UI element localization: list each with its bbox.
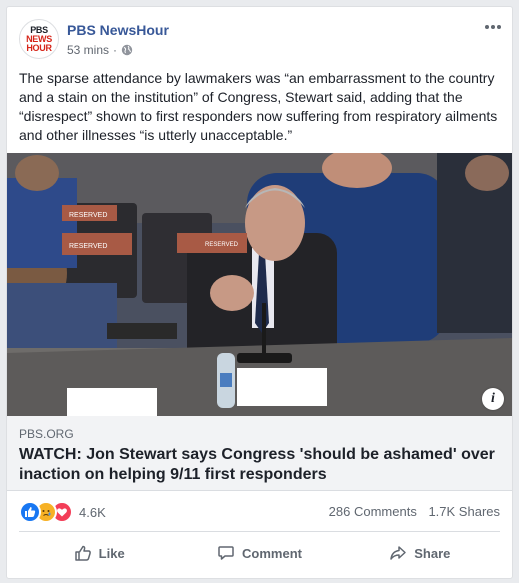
comment-share-counts: 286 Comments 1.7K Shares [321, 504, 500, 519]
link-preview[interactable]: PBS.ORG WATCH: Jon Stewart says Congress… [7, 416, 512, 491]
info-icon[interactable]: i [482, 388, 504, 410]
engagement-stats: 4.6K 286 Comments 1.7K Shares [7, 497, 512, 525]
post-meta: 53 mins · [67, 43, 133, 57]
more-options-icon[interactable] [484, 21, 502, 31]
comment-label: Comment [242, 545, 302, 561]
share-button[interactable]: Share [340, 535, 500, 571]
comments-count-link[interactable]: 286 Comments [329, 504, 417, 519]
reaction-count[interactable]: 4.6K [79, 505, 106, 520]
link-title[interactable]: WATCH: Jon Stewart says Congress 'should… [19, 445, 503, 485]
comment-button[interactable]: Comment [179, 535, 339, 571]
placard-2: RESERVED [69, 243, 107, 250]
shares-count-link[interactable]: 1.7K Shares [428, 504, 500, 519]
placard-3: RESERVED [205, 242, 239, 248]
timestamp-link[interactable]: 53 mins [67, 43, 109, 57]
post-header: PBS NEWS HOUR PBS NewsHour 53 mins · [7, 7, 512, 67]
like-label: Like [98, 545, 125, 561]
reactions-summary[interactable]: 4.6K [19, 501, 106, 523]
post-text: The sparse attendance by lawmakers was “… [19, 70, 498, 143]
post-photo[interactable]: RESERVED RESERVED RESERVED i [7, 153, 512, 416]
link-domain: PBS.ORG [19, 427, 74, 441]
meta-separator: · [113, 43, 118, 57]
share-label: Share [414, 545, 451, 561]
post-card: PBS NEWS HOUR PBS NewsHour 53 mins · The… [6, 6, 513, 579]
globe-icon[interactable] [121, 44, 133, 56]
action-bar: Like Comment Share [19, 535, 500, 571]
avatar-logo-line3: HOUR [26, 42, 52, 53]
avatar[interactable]: PBS NEWS HOUR [19, 19, 59, 59]
like-reaction-icon [19, 501, 41, 523]
page-name-link[interactable]: PBS NewsHour [67, 22, 169, 38]
share-icon [390, 546, 406, 560]
thumbs-up-icon [74, 545, 91, 561]
actions-divider [19, 531, 500, 532]
like-button[interactable]: Like [19, 535, 179, 571]
placard-1: RESERVED [69, 212, 107, 219]
comment-icon [218, 546, 234, 560]
